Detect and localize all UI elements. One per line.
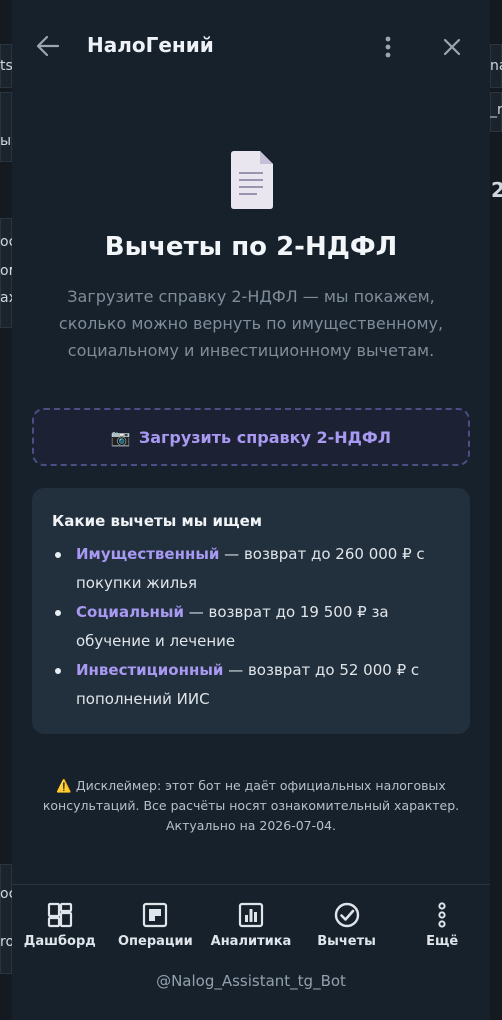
nav-item-dashboard[interactable]: Дашборд — [12, 885, 108, 949]
list-item: Инвестиционный — возврат до 52 000 ₽ с п… — [52, 656, 450, 714]
more-dots-icon — [438, 902, 446, 928]
background-fragment: _r — [490, 102, 502, 118]
nav-label: Аналитика — [210, 934, 292, 949]
bot-username: @Nalog_Assistant_tg_Bot — [156, 972, 346, 990]
nav-label: Ещё — [426, 934, 459, 949]
card-title: Какие вычеты мы ищем — [52, 512, 263, 530]
list-item: Имущественный — возврат до 260 000 ₽ с п… — [52, 540, 450, 598]
check-circle-icon — [334, 902, 359, 928]
upload-certificate-button[interactable]: 📷 Загрузить справку 2-НДФЛ — [32, 408, 470, 466]
deductions-info-card: Какие вычеты мы ищем Имущественный — воз… — [32, 488, 470, 734]
nav-label: Операции — [117, 934, 193, 949]
background-fragment: 2 — [491, 178, 502, 202]
app-title: НалоГений — [87, 33, 214, 57]
background-fragment: ы — [0, 133, 12, 149]
background-fragment: ос — [0, 886, 12, 902]
nav-item-deductions[interactable]: Вычеты — [299, 885, 395, 949]
background-fragment: ts — [0, 58, 12, 74]
mini-app-panel: НалоГений Вычеты по 2-НДФЛ Загрузите спр… — [12, 0, 490, 1020]
bottom-navigation: Дашборд Операции Аналитика Вычеты Ещё — [12, 884, 490, 960]
operations-icon — [143, 902, 168, 928]
list-item: Социальный — возврат до 19 500 ₽ за обуч… — [52, 598, 450, 656]
background-fragment: ro — [0, 934, 12, 950]
analytics-icon — [238, 902, 264, 928]
background-fragment: ом — [0, 263, 12, 279]
deduction-name: Инвестиционный — [76, 661, 224, 679]
nav-label: Дашборд — [23, 934, 96, 949]
page-subtitle: Загрузите справку 2-НДФЛ — мы покажем, с… — [58, 287, 444, 360]
page-title: Вычеты по 2-НДФЛ — [104, 232, 398, 262]
deductions-list: Имущественный — возврат до 260 000 ₽ с п… — [52, 540, 450, 714]
background-fragment: na — [490, 58, 502, 74]
nav-label: Вычеты — [317, 934, 376, 949]
kebab-menu-icon[interactable] — [377, 34, 399, 60]
background-fragment: ах — [0, 290, 12, 306]
deduction-name: Имущественный — [76, 545, 220, 563]
nav-item-more[interactable]: Ещё — [394, 885, 490, 949]
close-icon[interactable] — [440, 35, 464, 59]
background-app-block-lower — [0, 864, 12, 974]
background-app-block — [0, 92, 12, 162]
disclaimer: ⚠️ Дисклеймер: этот бот не даёт официаль… — [42, 776, 460, 836]
nav-item-analytics[interactable]: Аналитика — [203, 885, 299, 949]
header: НалоГений — [12, 0, 490, 96]
dashboard-icon — [47, 902, 72, 928]
arrow-left-icon[interactable] — [34, 32, 62, 60]
background-fragment: ос — [0, 234, 12, 250]
upload-button-label: Загрузить справку 2-НДФЛ — [138, 427, 392, 447]
warning-icon: ⚠️ — [56, 778, 72, 793]
document-icon — [231, 151, 273, 209]
deduction-name: Социальный — [76, 603, 184, 621]
nav-item-operations[interactable]: Операции — [108, 885, 204, 949]
camera-icon: 📷 — [110, 427, 131, 447]
disclaimer-text: Дисклеймер: этот бот не даёт официальных… — [42, 778, 460, 833]
